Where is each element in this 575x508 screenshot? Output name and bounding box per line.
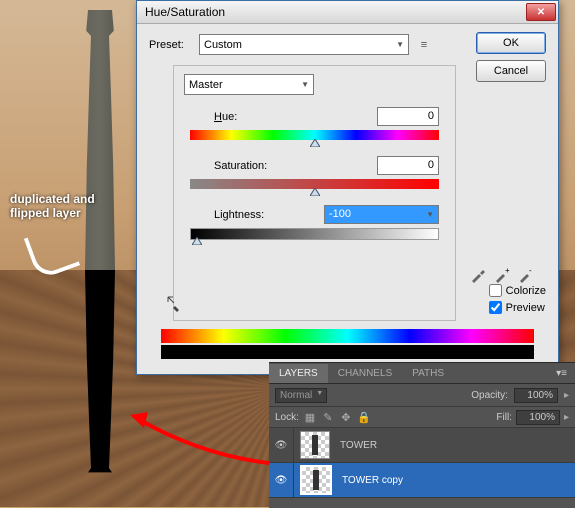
eyedropper-subtract-icon[interactable]: - [517,266,535,284]
eyedropper-icon[interactable] [469,266,487,284]
lock-all-icon[interactable]: 🔒 [357,410,371,424]
tab-channels[interactable]: CHANNELS [328,364,402,383]
lock-transparency-icon[interactable]: ▦ [303,410,317,424]
lock-brush-icon[interactable]: ✎ [321,410,335,424]
close-icon[interactable]: ✕ [526,3,556,21]
ok-button[interactable]: OK [476,32,546,54]
preview-checkbox[interactable]: Preview [489,301,546,314]
annotation-duplicated: duplicated and flipped layer [10,192,95,220]
tab-paths[interactable]: PATHS [402,364,454,383]
saturation-label: Saturation: [214,160,324,172]
lightness-label: Lightness: [214,209,324,221]
targeted-adjust-icon[interactable] [165,294,185,314]
layer-row[interactable]: 👁 TOWER [269,428,575,463]
layer-name[interactable]: TOWER copy [338,475,403,486]
visibility-eye-icon[interactable]: 👁 [269,463,294,497]
colorize-checkbox[interactable]: Colorize [489,284,546,297]
saturation-slider-handle[interactable] [310,187,320,195]
hue-slider-handle[interactable] [310,138,320,146]
hue-value[interactable]: 0 [377,107,439,126]
blend-mode-select[interactable]: Normal [275,388,327,403]
fill-value[interactable]: 100% [516,410,560,425]
channel-select[interactable]: Master [184,74,314,95]
opacity-label: Opacity: [471,390,508,401]
lock-label: Lock: [275,412,299,423]
layer-name[interactable]: TOWER [336,440,377,451]
layer-thumbnail[interactable] [300,465,332,495]
cancel-button[interactable]: Cancel [476,60,546,82]
svg-text:-: - [529,266,532,275]
lightness-slider-handle[interactable] [192,236,202,244]
chevron-right-icon[interactable]: ▸ [564,412,569,423]
hue-spectrum-top [161,329,534,343]
preset-select[interactable]: Custom [199,34,409,55]
opacity-value[interactable]: 100% [514,388,558,403]
lock-move-icon[interactable]: ✥ [339,410,353,424]
hue-saturation-dialog: Hue/Saturation ✕ OK Cancel Preset: Custo… [136,0,559,375]
hue-label: Hue: [214,111,324,123]
tab-layers[interactable]: LAYERS [269,364,328,383]
layer-row[interactable]: 👁 TOWER copy [269,463,575,498]
preset-menu-icon[interactable]: ≡ [415,36,433,54]
panel-menu-icon[interactable]: ▾≡ [548,364,575,383]
lightness-value[interactable]: -100 [324,205,439,224]
layers-panel: LAYERS CHANNELS PATHS ▾≡ Normal Opacity:… [269,362,575,508]
layer-thumbnail[interactable] [300,431,330,459]
dialog-title: Hue/Saturation [145,5,524,19]
eyedropper-add-icon[interactable]: + [493,266,511,284]
svg-text:+: + [505,266,510,275]
fill-label: Fill: [496,412,512,423]
hue-spectrum-bottom [161,345,534,359]
chevron-right-icon[interactable]: ▸ [564,390,569,401]
preset-label: Preset: [149,39,193,51]
visibility-eye-icon[interactable]: 👁 [269,428,294,462]
titlebar[interactable]: Hue/Saturation ✕ [137,1,558,24]
saturation-value[interactable]: 0 [377,156,439,175]
